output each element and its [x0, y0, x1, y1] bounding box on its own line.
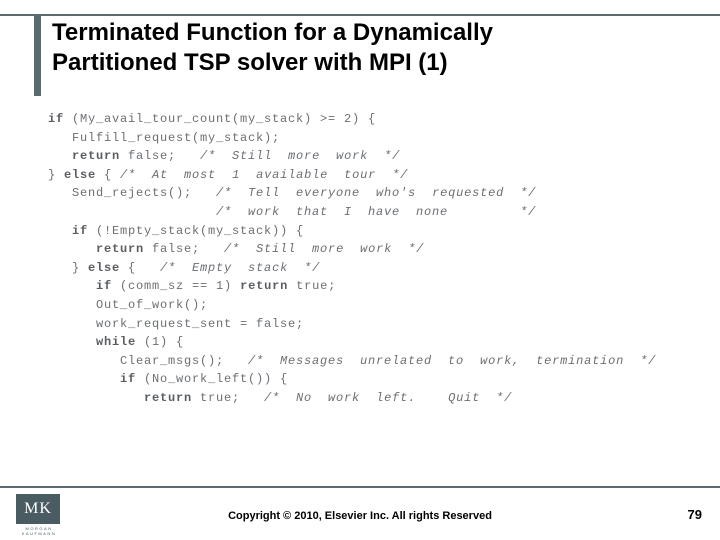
code-text: Clear_msgs();: [48, 354, 248, 368]
code-text: [48, 242, 96, 256]
title-vertical-rule: [34, 14, 41, 96]
code-comment: /* At most 1 available tour */: [120, 168, 408, 182]
code-text: [48, 279, 96, 293]
footer: MK MORGAN KAUFMANN Copyright © 2010, Els…: [0, 486, 720, 540]
kw-return: return: [96, 242, 144, 256]
code-text: }: [48, 261, 88, 275]
kw-while: while: [96, 335, 136, 349]
code-text: true;: [288, 279, 336, 293]
code-comment: /* Messages unrelated to work, terminati…: [248, 354, 656, 368]
code-text: Out_of_work();: [48, 298, 208, 312]
code-text: (!Empty_stack(my_stack)) {: [88, 224, 304, 238]
code-comment: /* Tell everyone who's requested */: [216, 186, 536, 200]
kw-if: if: [96, 279, 112, 293]
code-comment: /* Empty stack */: [160, 261, 320, 275]
slide: Terminated Function for a Dynamically Pa…: [0, 0, 720, 540]
code-text: Send_rejects();: [48, 186, 216, 200]
code-text: (comm_sz == 1): [112, 279, 240, 293]
logo-subtext: MORGAN KAUFMANN: [16, 526, 62, 536]
kw-return: return: [240, 279, 288, 293]
code-comment: /* No work left. Quit */: [264, 391, 512, 405]
code-comment: /* work that I have none */: [48, 205, 536, 219]
code-block: if (My_avail_tour_count(my_stack) >= 2) …: [48, 110, 700, 408]
code-text: [48, 149, 72, 163]
code-comment: /* Still more work */: [224, 242, 424, 256]
code-text: {: [96, 168, 120, 182]
code-text: Fulfill_request(my_stack);: [48, 131, 280, 145]
code-text: {: [120, 261, 160, 275]
kw-else: else: [64, 168, 96, 182]
code-text: [48, 391, 144, 405]
code-text: work_request_sent = false;: [48, 317, 304, 331]
title-horizontal-rule: [0, 14, 720, 16]
code-comment: /* Still more work */: [200, 149, 400, 163]
code-text: false;: [120, 149, 200, 163]
code-text: false;: [144, 242, 224, 256]
code-text: (1) {: [136, 335, 184, 349]
title-line-2: Partitioned TSP solver with MPI (1): [48, 48, 454, 78]
kw-else: else: [88, 261, 120, 275]
code-text: [48, 372, 120, 386]
code-text: (No_work_left()) {: [136, 372, 288, 386]
code-text: [48, 335, 96, 349]
code-text: (My_avail_tour_count(my_stack) >= 2) {: [64, 112, 376, 126]
copyright-text: Copyright © 2010, Elsevier Inc. All righ…: [0, 510, 720, 522]
code-text: }: [48, 168, 64, 182]
kw-if: if: [72, 224, 88, 238]
code-text: [48, 224, 72, 238]
title-line-1: Terminated Function for a Dynamically: [48, 19, 497, 46]
kw-if: if: [120, 372, 136, 386]
code-text: true;: [192, 391, 264, 405]
page-number: 79: [688, 507, 702, 522]
slide-title: Terminated Function for a Dynamically Pa…: [0, 18, 720, 78]
kw-if: if: [48, 112, 64, 126]
kw-return: return: [72, 149, 120, 163]
kw-return: return: [144, 391, 192, 405]
